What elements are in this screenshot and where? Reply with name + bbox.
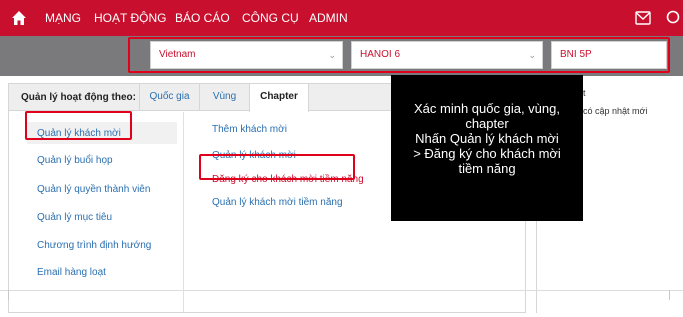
instruction-line: chapter bbox=[465, 116, 509, 131]
divider-tick bbox=[8, 290, 9, 300]
instruction-line: > Đăng ký cho khách mời bbox=[413, 146, 561, 161]
menu-item-goal-management[interactable]: Quản lý mục tiêu bbox=[37, 212, 112, 223]
left-menu: Quản lý khách mời Quản lý buổi họp Quản … bbox=[9, 112, 184, 312]
filter-bar: Vietnam ⌄ HANOI 6 ⌄ BNI 5P bbox=[0, 36, 683, 76]
nav-item-network[interactable]: MẠNG bbox=[45, 11, 81, 25]
mail-icon[interactable] bbox=[635, 11, 651, 25]
register-potential-guest-highlight-box bbox=[199, 154, 355, 180]
tab-chapter[interactable]: Chapter bbox=[249, 84, 309, 112]
menu-item-meeting-management[interactable]: Quản lý buổi họp bbox=[37, 155, 113, 166]
menu-item-orientation-program[interactable]: Chương trình định hướng bbox=[37, 240, 151, 251]
nav-item-admin[interactable]: ADMIN bbox=[309, 11, 348, 25]
instruction-line: tiềm năng bbox=[458, 161, 516, 176]
tab-region[interactable]: Vùng bbox=[199, 84, 249, 111]
instruction-line: Nhấn Quản lý khách mời bbox=[415, 131, 559, 146]
page: MẠNG HOẠT ĐỘNG BÁO CÁO CÔNG CỤ ADMIN Vie… bbox=[0, 0, 683, 317]
menu-item-bulk-email[interactable]: Email hàng loạt bbox=[37, 267, 106, 278]
manage-by-label: Quản lý hoạt động theo: bbox=[21, 92, 136, 103]
guest-management-highlight-box bbox=[25, 111, 132, 140]
side-panel-heading: t bbox=[583, 88, 586, 98]
bottom-divider bbox=[0, 290, 683, 291]
instruction-line: Xác minh quốc gia, vùng, bbox=[414, 101, 560, 116]
top-nav: MẠNG HOẠT ĐỘNG BÁO CÁO CÔNG CỤ ADMIN bbox=[0, 0, 683, 36]
nav-item-activity[interactable]: HOẠT ĐỘNG bbox=[94, 11, 166, 25]
home-icon[interactable] bbox=[11, 10, 27, 26]
search-icon[interactable] bbox=[666, 10, 682, 26]
nav-item-reports[interactable]: BÁO CÁO bbox=[175, 11, 230, 25]
filter-highlight-box bbox=[128, 37, 670, 73]
tab-country[interactable]: Quốc gia bbox=[139, 84, 199, 111]
menu-item-manage-potential-guests[interactable]: Quản lý khách mời tiềm năng bbox=[212, 197, 343, 208]
instruction-overlay: Xác minh quốc gia, vùng, chapter Nhấn Qu… bbox=[391, 75, 583, 221]
menu-item-add-guest[interactable]: Thêm khách mời bbox=[212, 124, 287, 135]
divider-tick bbox=[669, 290, 670, 300]
menu-item-membership-management[interactable]: Quản lý quyền thành viên bbox=[37, 184, 150, 195]
menu-item-truncated[interactable] bbox=[37, 292, 107, 306]
side-panel-update-text: có cập nhật mới bbox=[583, 106, 648, 116]
nav-item-tools[interactable]: CÔNG CỤ bbox=[242, 11, 299, 25]
